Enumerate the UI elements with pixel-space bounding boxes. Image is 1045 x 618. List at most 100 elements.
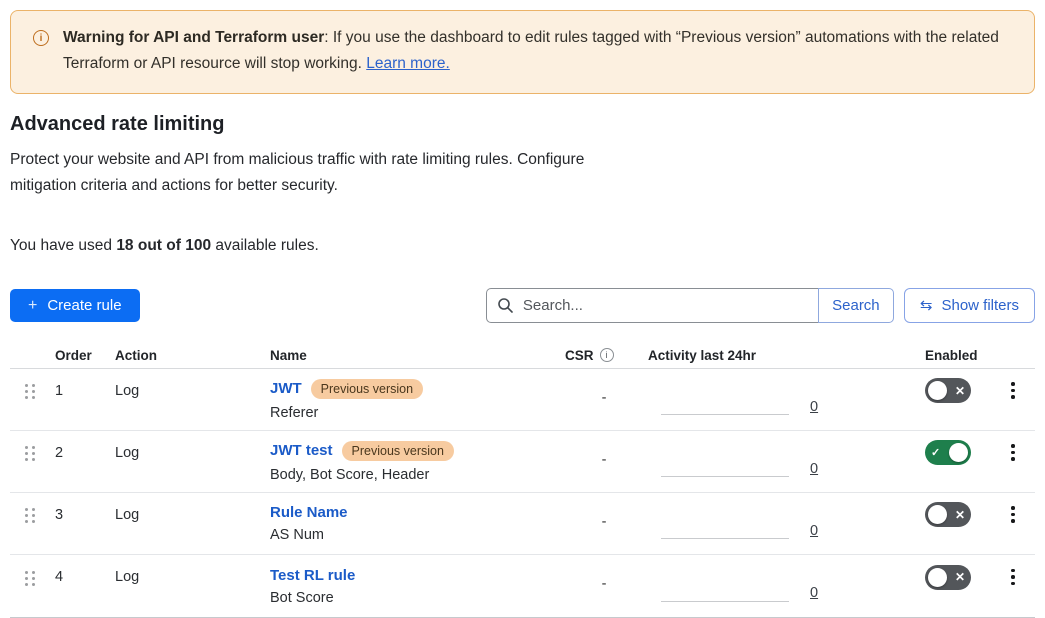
enabled-cell: ✓ ✕ — [920, 565, 995, 590]
header-order: Order — [50, 348, 110, 363]
activity-count-link[interactable]: 0 — [810, 585, 818, 601]
drag-handle-cell — [10, 443, 50, 464]
table-row: 3 Log Rule Name AS Num - 0 ✓ ✕ — [10, 493, 1035, 555]
toggle-check-icon: ✓ — [928, 446, 943, 459]
table-row: 4 Log Test RL rule Bot Score - 0 ✓ ✕ — [10, 555, 1035, 617]
enabled-cell: ✓ ✕ — [920, 378, 995, 403]
table-header-row: Order Action Name CSR i Activity last 24… — [10, 342, 1035, 369]
order-value: 3 — [50, 507, 110, 523]
order-value: 2 — [50, 445, 110, 461]
activity-count-link[interactable]: 0 — [810, 523, 818, 539]
csr-value: - — [560, 452, 643, 468]
rule-criteria: Referer — [270, 405, 560, 421]
drag-handle-cell — [10, 505, 50, 526]
toggle-cross-icon: ✕ — [952, 570, 968, 584]
drag-handle-cell — [10, 568, 50, 589]
header-action: Action — [110, 348, 265, 363]
rule-criteria: Bot Score — [270, 590, 560, 606]
drag-handle-cell — [10, 381, 50, 402]
previous-version-badge: Previous version — [311, 379, 423, 399]
activity-sparkline — [661, 476, 789, 477]
show-filters-button[interactable]: ⇆ Show filters — [904, 288, 1035, 323]
action-value: Log — [110, 445, 265, 461]
enabled-toggle[interactable]: ✓ ✕ — [925, 565, 971, 590]
header-csr-label: CSR — [565, 348, 594, 363]
rule-criteria: AS Num — [270, 527, 560, 543]
name-line: Rule Name — [270, 504, 560, 521]
warning-banner: i Warning for API and Terraform user: If… — [10, 10, 1035, 94]
csr-info-icon[interactable]: i — [600, 348, 614, 362]
activity-sparkline — [661, 538, 789, 539]
header-enabled: Enabled — [920, 348, 995, 363]
rules-table-body: 1 Log JWT Previous version Referer - 0 ✓… — [10, 369, 1035, 617]
header-csr: CSR i — [560, 348, 643, 363]
usage-prefix: You have used — [10, 237, 116, 254]
usage-text: You have used 18 out of 100 available ru… — [10, 237, 1035, 255]
kebab-cell — [995, 503, 1035, 526]
activity-count-link[interactable]: 0 — [810, 399, 818, 415]
rule-name-link[interactable]: JWT test — [270, 442, 333, 459]
create-rule-button[interactable]: + Create rule — [10, 289, 140, 322]
name-cell: JWT test Previous version Body, Bot Scor… — [265, 441, 560, 483]
enabled-cell: ✓ ✕ — [920, 502, 995, 527]
activity-cell: 0 — [643, 578, 920, 594]
warning-banner-text: Warning for API and Terraform user: If y… — [63, 25, 1012, 77]
action-value: Log — [110, 569, 265, 585]
name-line: JWT Previous version — [270, 379, 560, 399]
kebab-menu-icon[interactable] — [1008, 441, 1018, 464]
drag-handle[interactable] — [22, 505, 38, 526]
toggle-knob — [928, 505, 947, 524]
csr-value: - — [560, 576, 643, 592]
plus-icon: + — [28, 297, 37, 315]
name-cell: JWT Previous version Referer — [265, 379, 560, 421]
learn-more-link[interactable]: Learn more. — [366, 55, 450, 72]
enabled-toggle[interactable]: ✓ ✕ — [925, 378, 971, 403]
toggle-cross-icon: ✕ — [952, 508, 968, 522]
activity-cell: 0 — [643, 392, 920, 408]
search-area: Search ⇆ Show filters — [486, 288, 1035, 323]
csr-value: - — [560, 514, 643, 530]
header-name: Name — [265, 348, 560, 363]
kebab-cell — [995, 566, 1035, 589]
drag-handle[interactable] — [22, 381, 38, 402]
enabled-toggle[interactable]: ✓ ✕ — [925, 502, 971, 527]
name-cell: Rule Name AS Num — [265, 504, 560, 543]
search-input[interactable] — [486, 288, 818, 323]
page-description: Protect your website and API from malici… — [10, 147, 642, 199]
toggle-knob — [928, 568, 947, 587]
order-value: 4 — [50, 569, 110, 585]
show-filters-label: Show filters — [941, 297, 1019, 314]
kebab-menu-icon[interactable] — [1008, 566, 1018, 589]
rule-name-link[interactable]: JWT — [270, 380, 302, 397]
usage-count: 18 out of 100 — [116, 237, 211, 254]
activity-count-link[interactable]: 0 — [810, 461, 818, 477]
toggle-knob — [928, 381, 947, 400]
toolbar: + Create rule Search ⇆ Show filters — [10, 288, 1035, 323]
toggle-knob — [949, 443, 968, 462]
create-rule-label: Create rule — [47, 297, 121, 314]
action-value: Log — [110, 383, 265, 399]
usage-suffix: available rules. — [211, 237, 319, 254]
page-title: Advanced rate limiting — [10, 113, 1035, 136]
rules-table: Order Action Name CSR i Activity last 24… — [10, 342, 1035, 618]
enabled-toggle[interactable]: ✓ ✕ — [925, 440, 971, 465]
filters-arrows-icon: ⇆ — [920, 298, 933, 313]
rule-name-link[interactable]: Rule Name — [270, 504, 348, 521]
csr-value: - — [560, 390, 643, 406]
name-line: JWT test Previous version — [270, 441, 560, 461]
previous-version-badge: Previous version — [342, 441, 454, 461]
enabled-cell: ✓ ✕ — [920, 440, 995, 465]
rule-name-link[interactable]: Test RL rule — [270, 567, 355, 584]
drag-handle[interactable] — [22, 443, 38, 464]
activity-sparkline — [661, 601, 789, 602]
header-activity: Activity last 24hr — [643, 348, 920, 363]
name-cell: Test RL rule Bot Score — [265, 567, 560, 606]
rule-criteria: Body, Bot Score, Header — [270, 467, 560, 483]
drag-handle[interactable] — [22, 568, 38, 589]
kebab-cell — [995, 379, 1035, 402]
kebab-menu-icon[interactable] — [1008, 379, 1018, 402]
kebab-menu-icon[interactable] — [1008, 503, 1018, 526]
activity-cell: 0 — [643, 516, 920, 532]
search-button[interactable]: Search — [818, 288, 894, 323]
name-line: Test RL rule — [270, 567, 560, 584]
